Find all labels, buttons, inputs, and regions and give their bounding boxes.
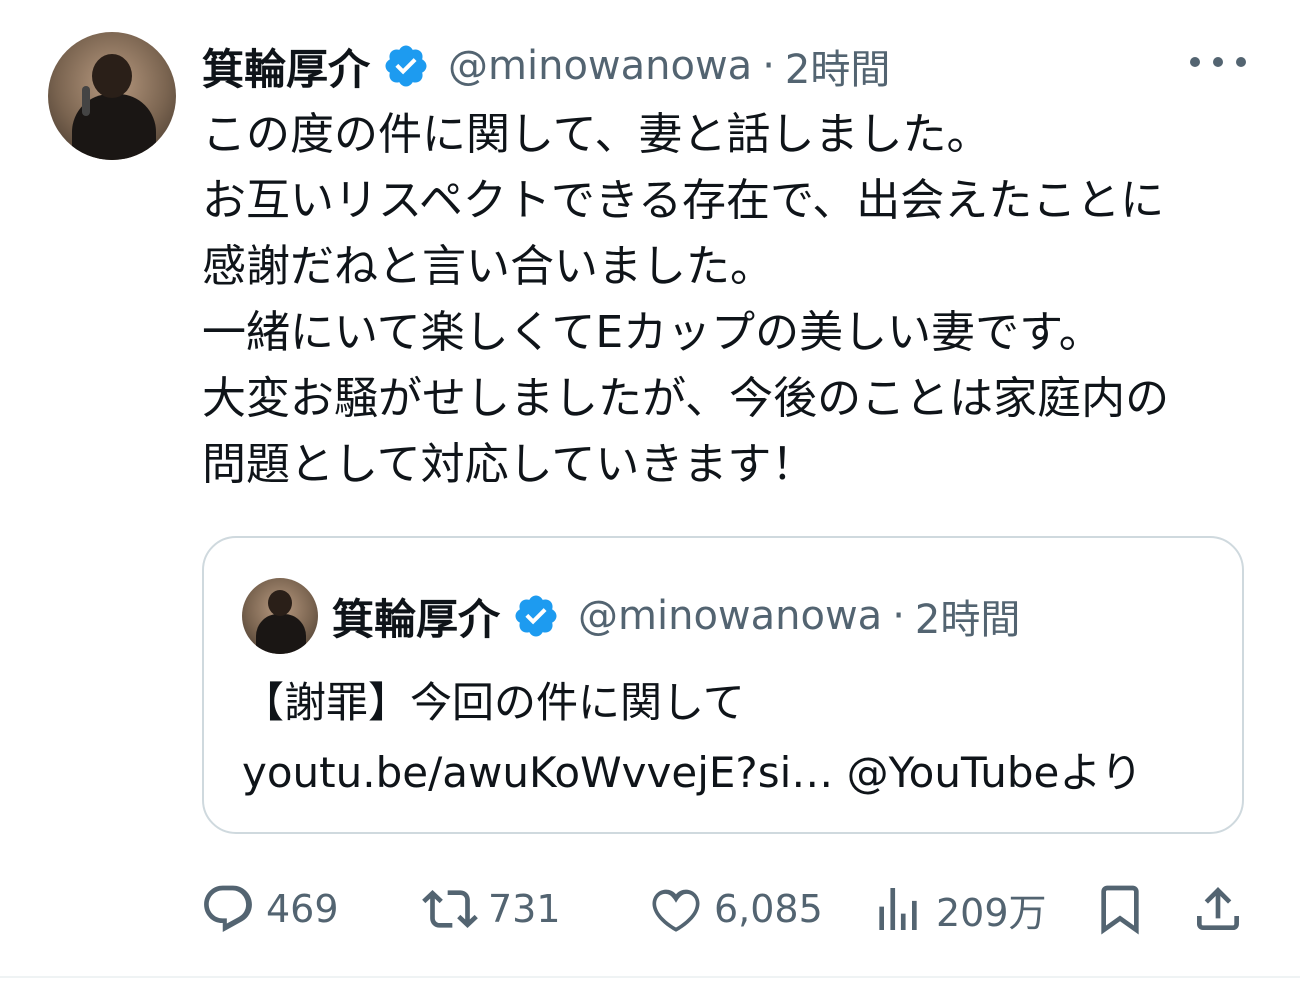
reply-count: 469 [266, 887, 339, 931]
repost-button[interactable]: 731 [422, 876, 561, 942]
views-button[interactable]: 209万 [870, 876, 1047, 942]
tweet-text-line: お互いリスペクトできる存在で、出会えたことに [202, 175, 1165, 226]
separator: · [892, 593, 905, 639]
author-avatar[interactable] [48, 32, 176, 160]
bottom-divider [0, 976, 1300, 978]
verified-badge-icon [515, 595, 557, 637]
repost-count: 731 [488, 887, 561, 931]
tweet-text-line: 大変お騒がせしましたが、今後のことは家庭内の [202, 373, 1170, 424]
quoted-author-handle: @minowanowa [578, 593, 883, 639]
tweet-text: この度の件に関して、妻と話しました。 お互いリスペクトできる存在で、出会えたこと… [202, 102, 1282, 498]
action-bar: 469 731 6,085 209万 [200, 876, 1250, 942]
views-count: 209万 [936, 890, 1047, 935]
quoted-text-line: youtu.be/awuKoWvvejE?si… @YouTubeより [242, 748, 1143, 797]
tweet-text-line: 問題として対応していきます！ [202, 439, 816, 490]
quoted-tweet-header: 箕輪厚介 @minowanowa · 2時間 [332, 586, 1020, 646]
quoted-author-avatar[interactable] [242, 578, 318, 654]
author-display-name[interactable]: 箕輪厚介 [202, 36, 370, 97]
share-icon [1197, 887, 1239, 930]
tweet-text-line: 感謝だねと言い合いました。 [202, 241, 774, 292]
separator: · [762, 43, 775, 89]
bookmark-button[interactable] [1092, 876, 1148, 942]
quoted-timestamp: 2時間 [914, 597, 1021, 643]
heart-icon [652, 889, 700, 932]
timestamp[interactable]: 2時間 [785, 37, 890, 95]
quoted-tweet[interactable]: 箕輪厚介 @minowanowa · 2時間 【謝罪】今回の件に関して yout… [202, 536, 1244, 834]
analytics-icon [879, 888, 917, 930]
tweet-header: 箕輪厚介 @minowanowa · 2時間 [202, 36, 890, 96]
like-button[interactable]: 6,085 [648, 876, 823, 942]
tweet-text-line: この度の件に関して、妻と話しました。 [202, 109, 991, 160]
like-count: 6,085 [714, 887, 823, 931]
reply-icon [204, 885, 252, 932]
author-handle[interactable]: @minowanowa [448, 43, 752, 89]
bookmark-icon [1101, 885, 1139, 935]
verified-badge-icon [385, 45, 427, 87]
quoted-tweet-text: 【謝罪】今回の件に関して youtu.be/awuKoWvvejE?si… @Y… [242, 668, 1143, 808]
more-options-icon[interactable] [1190, 52, 1246, 72]
repost-icon [422, 890, 478, 928]
quoted-author-display-name: 箕輪厚介 [332, 594, 501, 644]
reply-button[interactable]: 469 [200, 876, 339, 942]
tweet-text-line: 一緒にいて楽しくてEカップの美しい妻です。 [202, 307, 1103, 358]
quoted-text-line: 【謝罪】今回の件に関して [242, 678, 745, 727]
share-button[interactable] [1190, 876, 1246, 942]
